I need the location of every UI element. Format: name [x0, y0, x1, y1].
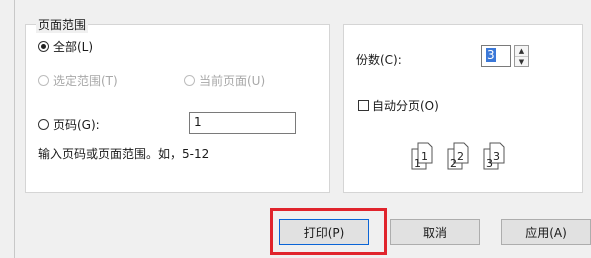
radio-current-page-label: 当前页面(U)	[199, 74, 266, 88]
page-range-legend: 页面范围	[36, 16, 89, 33]
collate-num-3b: 3	[493, 150, 500, 163]
collate-num-3a: 3	[486, 157, 493, 170]
page-range-hint: 输入页码或页面范围。如，5-12	[38, 147, 210, 161]
radio-current-page-row: 当前页面(U)	[184, 72, 265, 89]
page-range-group: 页面范围 全部(L) 选定范围(T) 当前页面(U) 页码(G): 1 输入页码…	[25, 16, 330, 193]
collate-num-1b: 1	[421, 150, 428, 163]
print-dialog: 页面范围 全部(L) 选定范围(T) 当前页面(U) 页码(G): 1 输入页码…	[0, 0, 591, 258]
copies-spinner[interactable]: ▲ ▼	[514, 45, 529, 67]
spinner-up-icon[interactable]: ▲	[515, 46, 528, 56]
radio-selection	[38, 75, 49, 86]
pages-input[interactable]: 1	[189, 112, 296, 134]
copies-value: 3	[486, 48, 496, 62]
radio-all[interactable]	[38, 41, 49, 52]
collate-label: 自动分页(O)	[372, 99, 439, 113]
radio-current-page	[184, 75, 195, 86]
radio-pages-row[interactable]: 页码(G):	[38, 116, 100, 133]
radio-pages-label: 页码(G):	[53, 118, 100, 132]
apply-button[interactable]: 应用(A)	[501, 219, 591, 245]
collate-num-2a: 2	[450, 157, 457, 170]
radio-all-label: 全部(L)	[53, 40, 94, 54]
radio-pages[interactable]	[38, 119, 49, 130]
collate-row[interactable]: 自动分页(O)	[358, 97, 439, 114]
radio-selection-label: 选定范围(T)	[53, 74, 118, 88]
pages-input-value: 1	[194, 115, 202, 129]
radio-all-row[interactable]: 全部(L)	[38, 38, 93, 55]
spinner-down-icon[interactable]: ▼	[515, 56, 528, 67]
copies-label: 份数(C):	[356, 53, 402, 67]
copies-input[interactable]: 3	[481, 45, 511, 67]
collate-num-2b: 2	[457, 150, 464, 163]
dialog-left-border	[14, 0, 15, 258]
cancel-button[interactable]: 取消	[390, 219, 480, 245]
collate-pages-icon: 1 1 2 2 3 3	[411, 142, 505, 170]
copies-group: 份数(C): 3 ▲ ▼ 自动分页(O) 1 1 2 2 3 3	[343, 24, 583, 193]
print-button[interactable]: 打印(P)	[279, 219, 369, 245]
radio-selection-row: 选定范围(T)	[38, 72, 118, 89]
collate-num-1a: 1	[414, 157, 421, 170]
collate-checkbox[interactable]	[358, 100, 369, 111]
